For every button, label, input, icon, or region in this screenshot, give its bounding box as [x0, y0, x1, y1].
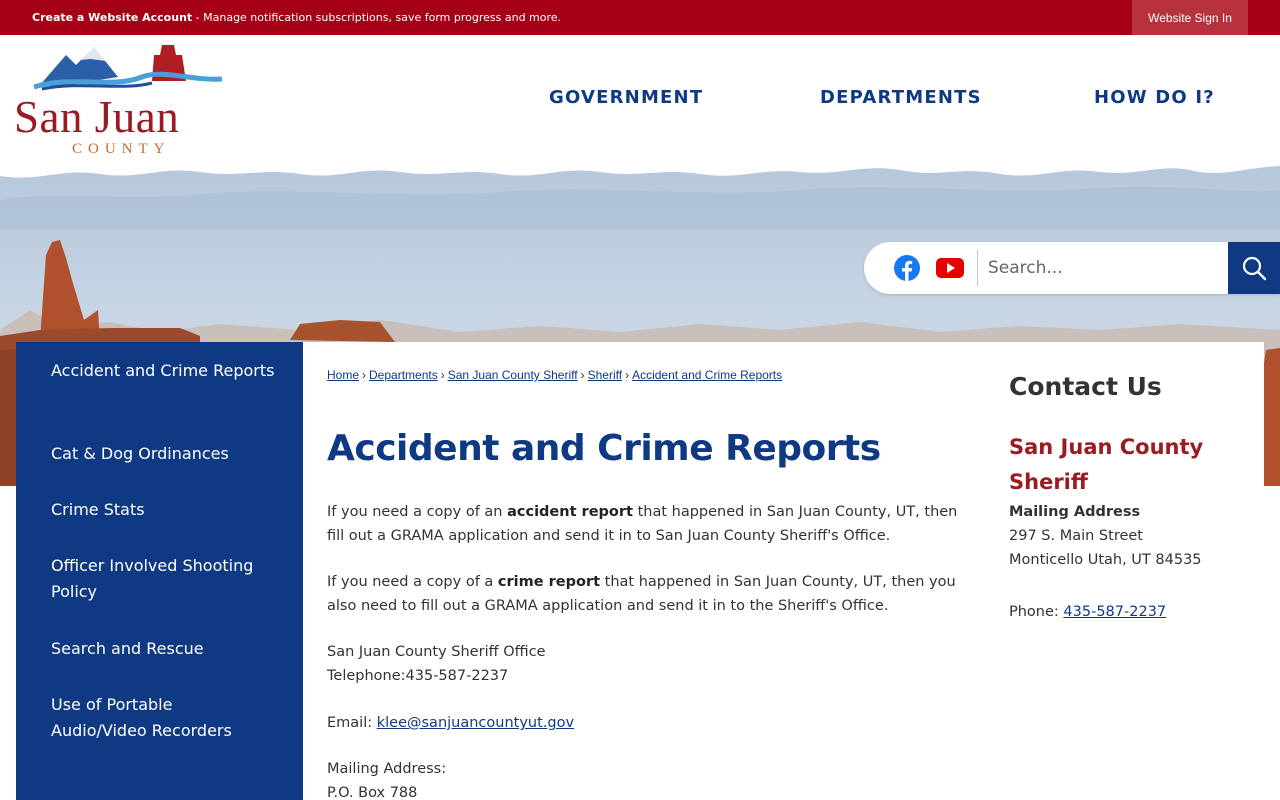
facebook-icon[interactable]	[894, 255, 920, 281]
nav-departments[interactable]: DEPARTMENTS	[820, 87, 982, 108]
search-divider	[977, 250, 978, 286]
breadcrumb-current[interactable]: Accident and Crime Reports	[632, 368, 782, 382]
sidebar-item-cat-dog-ordinances[interactable]: Cat & Dog Ordinances	[51, 441, 281, 467]
email-link[interactable]: klee@sanjuancountyut.gov	[377, 715, 574, 731]
logo-county: COUNTY	[72, 141, 171, 157]
sidebar-item-officer-shooting-policy[interactable]: Officer Involved Shooting Policy	[51, 553, 266, 605]
account-message-text: - Manage notification subscriptions, sav…	[192, 11, 562, 24]
website-sign-in-button[interactable]: Website Sign In	[1132, 0, 1248, 35]
nav-government[interactable]: GOVERNMENT	[549, 87, 703, 108]
po-box: P.O. Box 788	[327, 785, 418, 800]
search-icon	[1242, 256, 1267, 281]
san-juan-county-logo[interactable]: San Juan COUNTY	[14, 41, 239, 157]
breadcrumb-departments[interactable]: Departments	[369, 368, 438, 382]
main-content: Home › Departments › San Juan County Sheriff…	[303, 342, 1264, 800]
sidebar-item-accident-crime-reports[interactable]: Accident and Crime Reports	[51, 358, 281, 384]
sidebar-item-crime-stats[interactable]: Crime Stats	[51, 497, 281, 523]
mailing-address-label: Mailing Address:	[327, 761, 447, 777]
contact-city: Monticello Utah, UT 84535	[1009, 552, 1202, 568]
breadcrumb-home[interactable]: Home	[327, 368, 359, 382]
sidebar-nav: Accident and Crime Reports Cat & Dog Ord…	[16, 342, 303, 800]
page-title: Accident and Crime Reports	[327, 428, 881, 469]
contact-phone: Phone: 435-587-2237	[1009, 604, 1167, 620]
office-telephone: Telephone:435-587-2237	[327, 668, 509, 684]
youtube-icon[interactable]	[936, 258, 964, 278]
logo-mountains-graphic	[33, 45, 222, 91]
account-message: Create a Website Account - Manage notifi…	[32, 11, 561, 24]
site-header: San Juan COUNTY GOVERNMENT DEPARTMENTS H…	[0, 35, 1280, 165]
search-input[interactable]	[988, 254, 1218, 282]
office-name: San Juan County Sheriff Office	[327, 644, 546, 660]
breadcrumb-sheriff-dept[interactable]: San Juan County Sheriff	[448, 368, 578, 382]
logo-name: San Juan	[14, 92, 180, 142]
contact-phone-link[interactable]: 435-587-2237	[1063, 604, 1166, 620]
contact-us-panel: Contact Us San Juan County Sheriff Maili…	[1009, 372, 1259, 620]
search-bar	[864, 242, 1280, 294]
accident-report-paragraph: If you need a copy of an accident report…	[327, 504, 958, 544]
crime-report-paragraph: If you need a copy of a crime report tha…	[327, 574, 956, 614]
top-alert-bar: Create a Website Account - Manage notifi…	[0, 0, 1280, 35]
breadcrumb: Home › Departments › San Juan County Sheriff…	[327, 368, 783, 382]
sidebar-item-search-rescue[interactable]: Search and Rescue	[51, 636, 281, 662]
contact-org-name: San Juan County Sheriff	[1009, 435, 1204, 494]
nav-how-do-i[interactable]: HOW DO I?	[1094, 87, 1215, 108]
contact-street: 297 S. Main Street	[1009, 528, 1143, 544]
office-email: Email: klee@sanjuancountyut.gov	[327, 715, 575, 731]
search-button[interactable]	[1228, 242, 1280, 294]
contact-heading: Contact Us	[1009, 372, 1162, 401]
contact-mailing-label: Mailing Address	[1009, 504, 1141, 520]
create-account-link[interactable]: Create a Website Account	[32, 11, 192, 24]
sidebar-item-portable-recorders[interactable]: Use of Portable Audio/Video Recorders	[51, 692, 251, 744]
breadcrumb-sheriff[interactable]: Sheriff	[588, 368, 622, 382]
